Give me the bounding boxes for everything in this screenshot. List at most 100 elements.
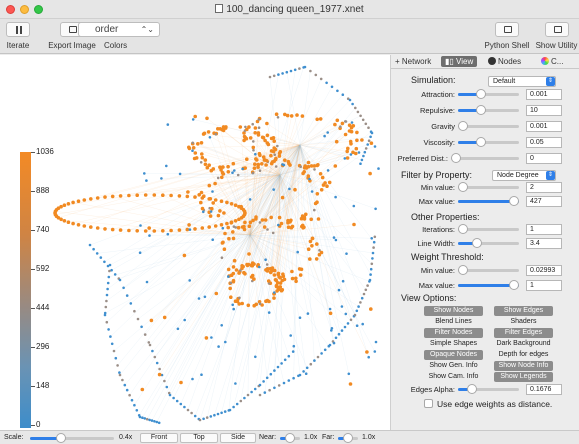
line-width-slider-knob[interactable] xyxy=(472,238,483,248)
filter-max-slider-knob[interactable] xyxy=(509,196,519,206)
repulsive-field[interactable]: 10 xyxy=(526,105,562,116)
top-view-button[interactable]: Top xyxy=(180,433,218,443)
filter-min-slider[interactable] xyxy=(458,182,519,192)
view-option-show-cam-info-button[interactable]: Show Cam. Info xyxy=(424,372,483,382)
attraction-slider-knob[interactable] xyxy=(475,89,486,99)
python-shell-button[interactable]: Python Shell xyxy=(479,22,535,50)
legend-tick xyxy=(31,152,35,153)
edges-alpha-field[interactable]: 0.1676 xyxy=(526,384,562,395)
near-slider-knob[interactable] xyxy=(285,433,295,443)
tab-colors[interactable]: C... xyxy=(541,57,563,66)
view-options-heading: View Options: xyxy=(401,293,457,303)
view-option-shaders-button[interactable]: Shaders xyxy=(494,317,553,327)
filter-min-row: Min value: 2 xyxy=(391,182,579,194)
tab-view[interactable]: ▮▯ View xyxy=(441,56,478,67)
viscosity-label: Viscosity: xyxy=(423,138,455,147)
show-utility-button[interactable]: Show Utility xyxy=(535,22,578,50)
image-icon xyxy=(69,26,77,33)
near-label: Near: xyxy=(259,434,277,441)
gravity-slider-knob[interactable] xyxy=(458,121,468,131)
scale-slider[interactable] xyxy=(30,433,114,443)
view-option-show-nodes-button[interactable]: Show Nodes xyxy=(424,306,483,316)
preferred-distance-slider[interactable] xyxy=(451,153,519,163)
weight-min-row: Min value: 0.02993 xyxy=(391,265,579,277)
preferred-distance-field[interactable]: 0 xyxy=(526,153,562,164)
weight-max-field[interactable]: 1 xyxy=(526,280,562,291)
simulation-preset-popup[interactable]: Default ⇕ xyxy=(488,76,556,87)
tab-network[interactable]: + Network xyxy=(395,57,431,66)
attraction-label: Attraction: xyxy=(421,90,455,99)
window-title: 100_dancing queen_1977.xnet xyxy=(0,4,579,15)
iterations-slider[interactable] xyxy=(458,224,519,234)
filter-max-slider[interactable] xyxy=(458,196,519,206)
preferred-distance-slider-knob[interactable] xyxy=(451,153,461,163)
weight-max-slider-knob[interactable] xyxy=(509,280,519,290)
front-view-button[interactable]: Front xyxy=(140,433,178,443)
attraction-slider[interactable] xyxy=(458,89,519,99)
filter-max-field[interactable]: 427 xyxy=(526,196,562,207)
view-option-simple-shapes-button[interactable]: Simple Shapes xyxy=(424,339,483,349)
view-option-show-node-info-button[interactable]: Show Node Info xyxy=(494,361,553,371)
weight-min-slider[interactable] xyxy=(458,265,519,275)
gravity-slider[interactable] xyxy=(458,121,519,131)
edges-alpha-slider[interactable] xyxy=(458,384,519,394)
edges-alpha-slider-knob[interactable] xyxy=(466,384,477,394)
plus-icon: + xyxy=(395,57,402,66)
repulsive-slider[interactable] xyxy=(458,105,519,115)
order-select[interactable]: order ⌃⌄ xyxy=(78,22,160,37)
weight-threshold-heading: Weight Threshold: xyxy=(411,252,484,262)
view-icon: ▮▯ xyxy=(445,57,457,66)
line-width-field[interactable]: 3.4 xyxy=(526,238,562,249)
tab-nodes[interactable]: Nodes xyxy=(488,57,521,66)
side-view-button[interactable]: Side xyxy=(220,433,256,443)
iterations-field[interactable]: 1 xyxy=(526,224,562,235)
far-slider[interactable] xyxy=(338,433,358,443)
attraction-field[interactable]: 0.001 xyxy=(526,89,562,100)
near-slider[interactable] xyxy=(280,433,300,443)
view-option-depth-for-edges-button[interactable]: Depth for edges xyxy=(494,350,553,360)
window-title-text: 100_dancing queen_1977.xnet xyxy=(226,4,364,15)
view-option-show-edges-button[interactable]: Show Edges xyxy=(494,306,553,316)
python-shell-label: Python Shell xyxy=(484,41,530,50)
filter-max-label: Max value: xyxy=(418,197,455,206)
filter-heading: Filter by Property: xyxy=(401,170,473,180)
viscosity-field[interactable]: 0.05 xyxy=(526,137,562,148)
arrow-circle-icon xyxy=(488,57,496,65)
view-option-dark-background-button[interactable]: Dark Background xyxy=(494,339,553,349)
repulsive-slider-knob[interactable] xyxy=(475,105,486,115)
color-wheel-icon xyxy=(541,57,549,65)
line-width-slider[interactable] xyxy=(458,238,519,248)
filter-min-field[interactable]: 2 xyxy=(526,182,562,193)
iterate-button[interactable]: Iterate xyxy=(3,22,33,50)
weight-max-slider[interactable] xyxy=(458,280,519,290)
legend-tick-label: 592 xyxy=(36,264,50,273)
camera-bar: Scale: 0.4x Front Top Side Near: 1.0x Fa… xyxy=(0,430,579,444)
chevron-updown-icon: ⇕ xyxy=(546,77,555,86)
iterations-label: Iterations: xyxy=(422,225,455,234)
weight-min-field[interactable]: 0.02993 xyxy=(526,265,562,276)
iterations-slider-knob[interactable] xyxy=(458,224,468,234)
scale-slider-knob[interactable] xyxy=(55,433,66,443)
edge-weights-checkbox[interactable] xyxy=(424,399,433,408)
gravity-field[interactable]: 0.001 xyxy=(526,121,562,132)
legend-tick xyxy=(31,269,35,270)
chevron-updown-icon: ⇕ xyxy=(546,171,555,180)
view-option-show-gen-info-button[interactable]: Show Gen. Info xyxy=(424,361,483,371)
view-option-blend-lines-button[interactable]: Blend Lines xyxy=(424,317,483,327)
viscosity-slider[interactable] xyxy=(458,137,519,147)
view-option-show-legends-button[interactable]: Show Legends xyxy=(494,372,553,382)
view-option-opaque-nodes-button[interactable]: Opaque Nodes xyxy=(424,350,483,360)
network-canvas[interactable]: 1036 888 740 592 444 296 148 0 xyxy=(0,55,390,430)
view-option-filter-nodes-button[interactable]: Filter Nodes xyxy=(424,328,483,338)
weight-min-slider-knob[interactable] xyxy=(458,265,468,275)
document-icon xyxy=(215,4,224,13)
filter-property-popup[interactable]: Node Degree ⇕ xyxy=(492,170,556,181)
viscosity-slider-knob[interactable] xyxy=(475,137,486,147)
legend-tick xyxy=(31,230,35,231)
filter-min-slider-knob[interactable] xyxy=(458,182,468,192)
iterate-label: Iterate xyxy=(6,41,30,50)
far-slider-knob[interactable] xyxy=(343,433,353,443)
view-option-filter-edges-button[interactable]: Filter Edges xyxy=(494,328,553,338)
edges-alpha-label: Edges Alpha: xyxy=(410,385,455,394)
legend-tick xyxy=(31,308,35,309)
